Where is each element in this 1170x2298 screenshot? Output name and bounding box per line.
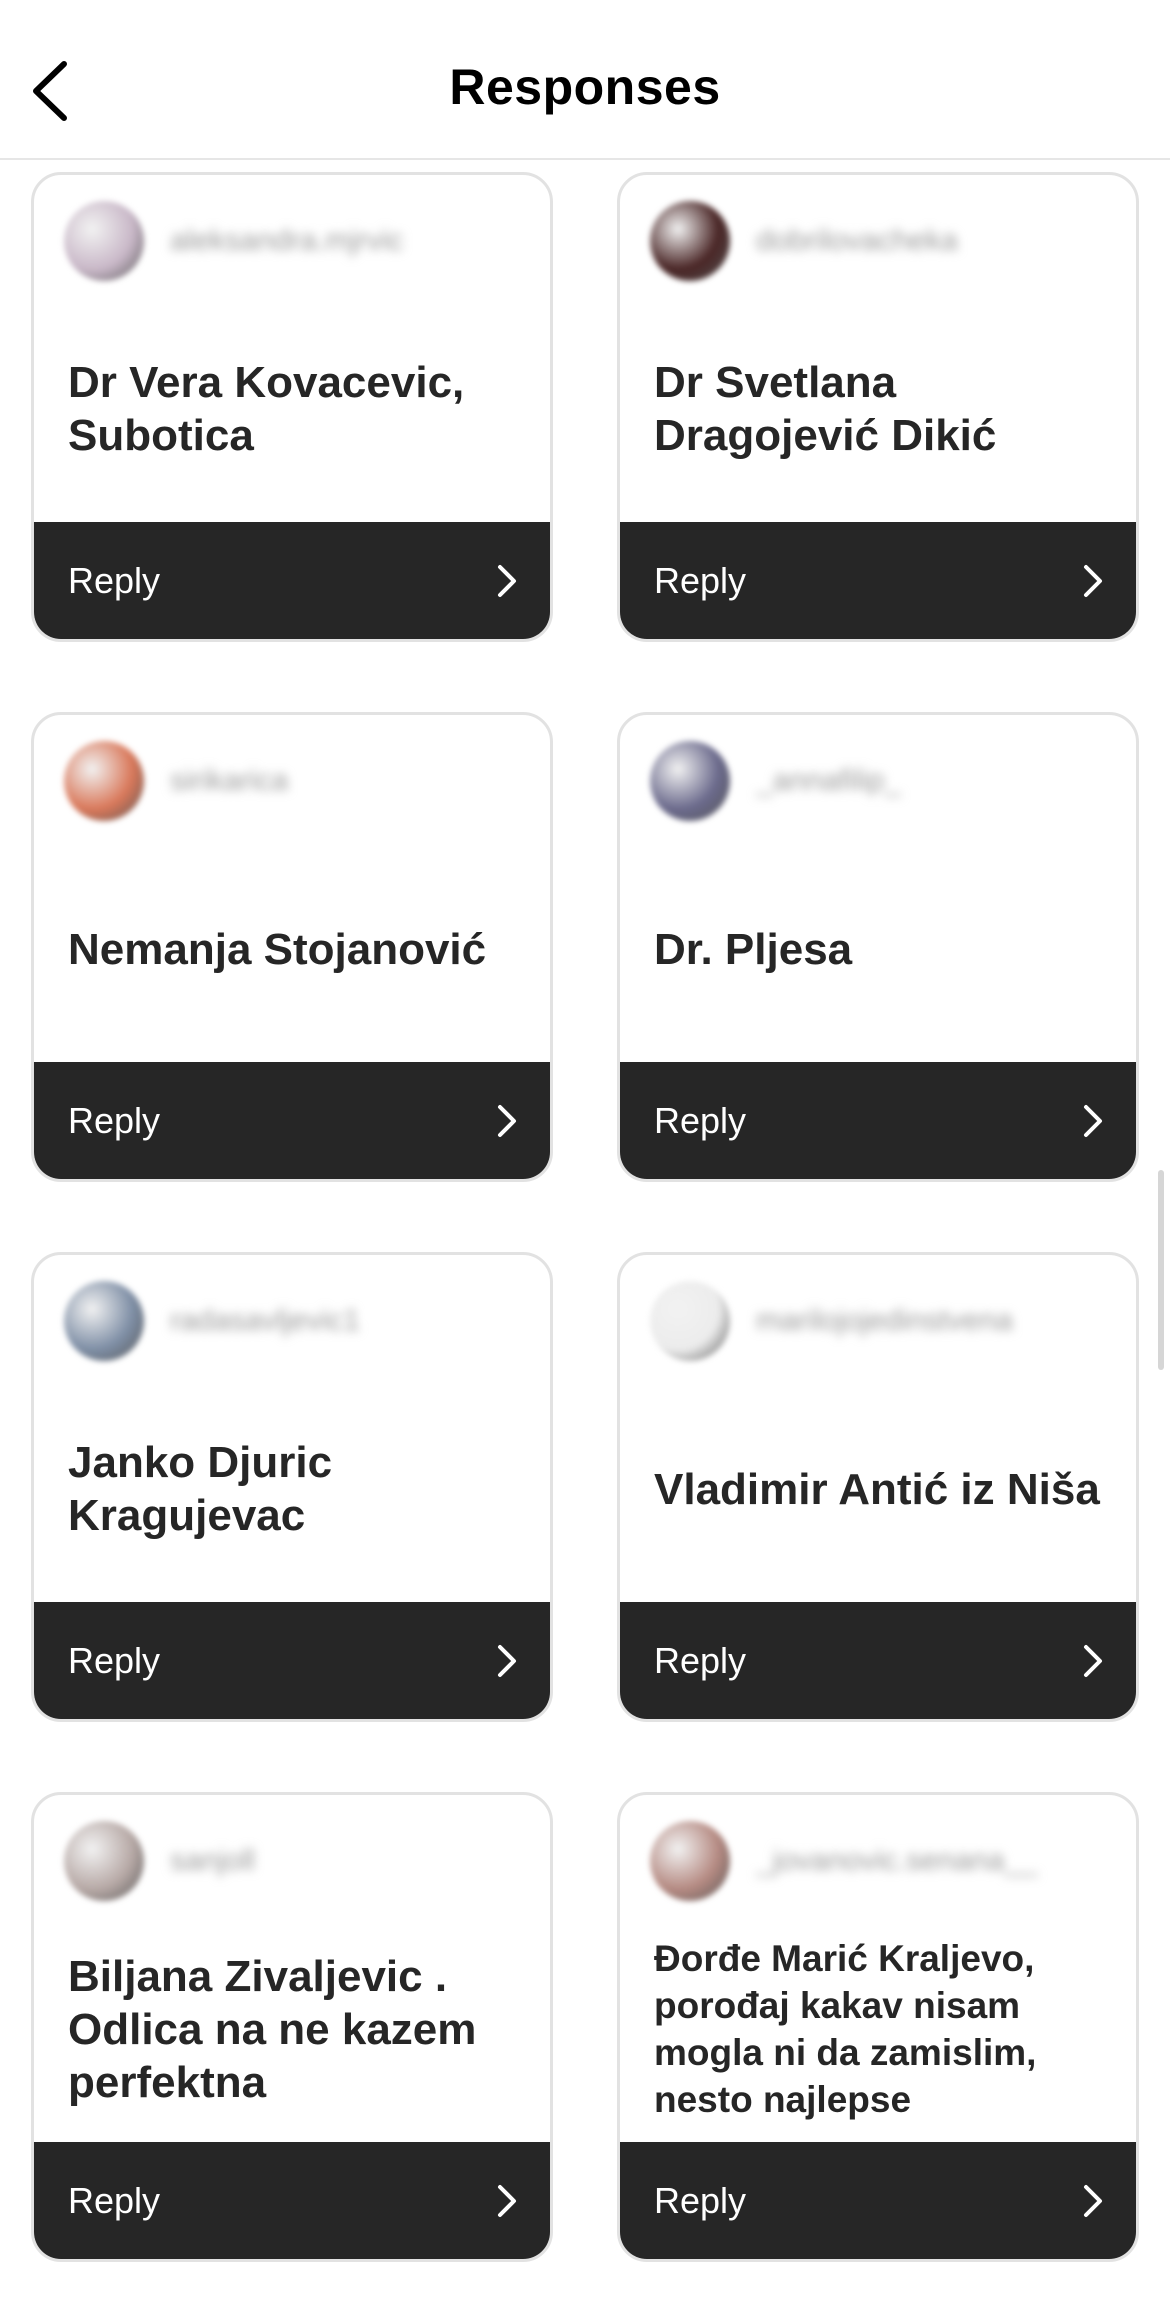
avatar[interactable] bbox=[64, 1281, 144, 1361]
username[interactable]: _annafilip_ bbox=[756, 764, 901, 798]
chevron-right-icon bbox=[1082, 1103, 1106, 1139]
response-card: _jovanovic.senana__ Đorđe Marić Kraljevo… bbox=[617, 1792, 1139, 2262]
username[interactable]: _jovanovic.senana__ bbox=[756, 1844, 1038, 1878]
card-header: radasavljevic1 bbox=[64, 1279, 530, 1363]
username[interactable]: dobrilovacheka bbox=[756, 224, 958, 258]
card-header: sanjoll bbox=[64, 1819, 530, 1903]
response-text: Nemanja Stojanović bbox=[68, 924, 487, 974]
username[interactable]: marilojojedinstvena bbox=[756, 1304, 1013, 1338]
chevron-right-icon bbox=[1082, 2183, 1106, 2219]
response-text: Vladimir Antić iz Niša bbox=[654, 1464, 1100, 1514]
chevron-right-icon bbox=[496, 2183, 520, 2219]
response-card: sirikarica Nemanja Stojanović Reply bbox=[31, 712, 553, 1182]
reply-label: Reply bbox=[68, 559, 161, 601]
page-title: Responses bbox=[449, 59, 721, 115]
reply-label: Reply bbox=[68, 1639, 161, 1681]
reply-button[interactable]: Reply bbox=[620, 2142, 1136, 2259]
username[interactable]: sirikarica bbox=[170, 764, 288, 798]
reply-button[interactable]: Reply bbox=[34, 522, 550, 639]
card-header: marilojojedinstvena bbox=[650, 1279, 1116, 1363]
response-text: Đorđe Marić Kraljevo, porođaj kakav nisa… bbox=[654, 1938, 1037, 2120]
card-header: _annafilip_ bbox=[650, 739, 1116, 823]
reply-button[interactable]: Reply bbox=[620, 1602, 1136, 1719]
response-card: _annafilip_ Dr. Pljesa Reply bbox=[617, 712, 1139, 1182]
card-header: aleksandra.mjrvic bbox=[64, 199, 530, 283]
header-bar: Responses bbox=[0, 0, 1170, 160]
avatar[interactable] bbox=[64, 1821, 144, 1901]
card-header: _jovanovic.senana__ bbox=[650, 1819, 1116, 1903]
reply-label: Reply bbox=[654, 1099, 747, 1141]
response-card: sanjoll Biljana Zivaljevic . Odlica na n… bbox=[31, 1792, 553, 2262]
avatar[interactable] bbox=[650, 741, 730, 821]
reply-button[interactable]: Reply bbox=[34, 1602, 550, 1719]
response-card: aleksandra.mjrvic Dr Vera Kovacevic, Sub… bbox=[31, 172, 553, 642]
chevron-right-icon bbox=[496, 1643, 520, 1679]
reply-label: Reply bbox=[68, 1099, 161, 1141]
reply-label: Reply bbox=[68, 2179, 161, 2221]
response-text: Janko Djuric Kragujevac bbox=[68, 1438, 333, 1540]
reply-button[interactable]: Reply bbox=[620, 1062, 1136, 1179]
avatar[interactable] bbox=[64, 201, 144, 281]
username[interactable]: radasavljevic1 bbox=[170, 1304, 360, 1338]
reply-label: Reply bbox=[654, 2179, 747, 2221]
reply-label: Reply bbox=[654, 1639, 747, 1681]
chevron-right-icon bbox=[1082, 1643, 1106, 1679]
avatar[interactable] bbox=[650, 1281, 730, 1361]
response-card: radasavljevic1 Janko Djuric Kragujevac R… bbox=[31, 1252, 553, 1722]
avatar[interactable] bbox=[64, 741, 144, 821]
card-header: sirikarica bbox=[64, 739, 530, 823]
avatar[interactable] bbox=[650, 201, 730, 281]
chevron-right-icon bbox=[1082, 563, 1106, 599]
username[interactable]: sanjoll bbox=[170, 1844, 255, 1878]
chevron-right-icon bbox=[496, 563, 520, 599]
avatar[interactable] bbox=[650, 1821, 730, 1901]
reply-button[interactable]: Reply bbox=[34, 2142, 550, 2259]
response-text: Dr Svetlana Dragojević Dikić bbox=[654, 358, 997, 460]
reply-label: Reply bbox=[654, 559, 747, 601]
card-header: dobrilovacheka bbox=[650, 199, 1116, 283]
response-card: dobrilovacheka Dr Svetlana Dragojević Di… bbox=[617, 172, 1139, 642]
chevron-right-icon bbox=[496, 1103, 520, 1139]
response-text: Dr Vera Kovacevic, Subotica bbox=[68, 358, 465, 460]
reply-button[interactable]: Reply bbox=[620, 522, 1136, 639]
username[interactable]: aleksandra.mjrvic bbox=[170, 224, 403, 258]
scrollbar[interactable] bbox=[1158, 1170, 1164, 1370]
reply-button[interactable]: Reply bbox=[34, 1062, 550, 1179]
response-text: Dr. Pljesa bbox=[654, 924, 853, 974]
response-text: Biljana Zivaljevic . Odlica na ne kazem … bbox=[68, 1951, 477, 2107]
response-card: marilojojedinstvena Vladimir Antić iz Ni… bbox=[617, 1252, 1139, 1722]
